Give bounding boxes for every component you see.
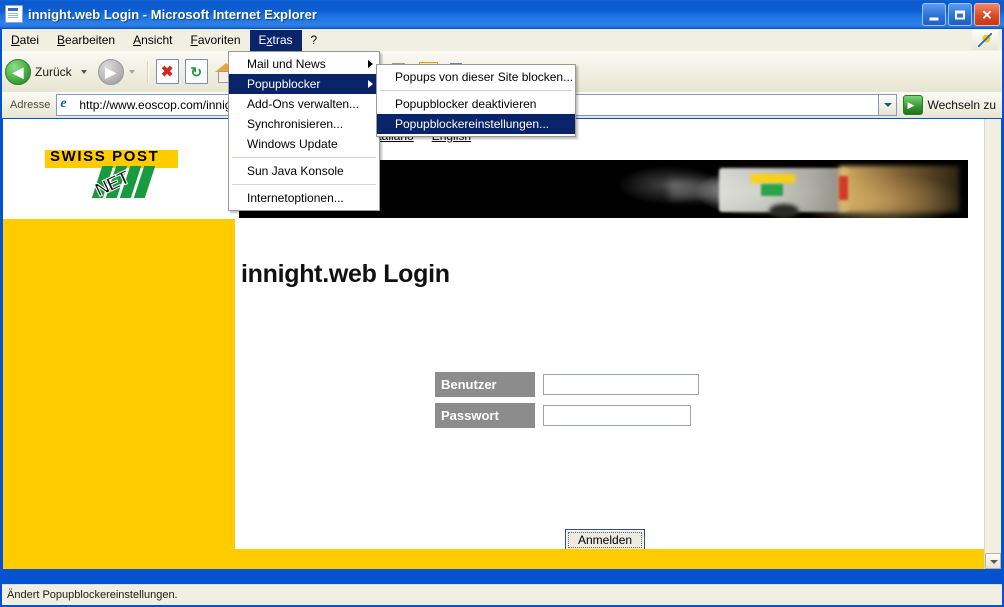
vertical-scrollbar[interactable] (984, 119, 1001, 569)
title-bar: innight.web Login - Microsoft Internet E… (0, 0, 1004, 28)
status-bar: Ändert Popupblockereinstellungen. (2, 584, 1002, 605)
scroll-down-arrow-icon[interactable] (985, 553, 1001, 569)
page-icon (5, 5, 23, 23)
main-content: innight.web Login Benutzer Passwort Anme… (235, 219, 1001, 551)
menu-item-label: Sun Java Konsole (247, 164, 344, 178)
go-button[interactable]: Wechseln zu (902, 95, 996, 115)
refresh-icon: ↻ (184, 59, 208, 84)
forward-icon: ▶ (97, 58, 124, 85)
menu-item-popupblocker-deaktivieren[interactable]: Popupblocker deaktivieren (377, 94, 575, 114)
menu-item-label: Windows Update (247, 137, 338, 151)
maximize-button[interactable] (948, 3, 972, 26)
menu-favoriten[interactable]: Favoriten (181, 30, 249, 51)
menu-item-label: Popupblocker deaktivieren (395, 97, 537, 111)
menu-separator (232, 157, 376, 158)
menu-item-label: Internetoptionen... (247, 191, 344, 205)
ie-page-icon (60, 96, 75, 113)
password-label: Passwort (435, 403, 535, 428)
menu-item-sun-java-konsole[interactable]: Sun Java Konsole (229, 161, 379, 181)
go-arrow-icon (902, 95, 923, 115)
menu-item-popupblocker-einstellungen[interactable]: Popupblockereinstellungen... (377, 114, 575, 134)
menu-item-popups-blocken[interactable]: Popups von dieser Site blocken... (377, 67, 575, 87)
menu-item-mail-und-news[interactable]: Mail und News (229, 54, 379, 74)
menu-item-internetoptionen[interactable]: Internetoptionen... (229, 188, 379, 208)
go-label: Wechseln zu (927, 98, 996, 112)
address-label: Adresse (10, 99, 51, 111)
back-dropdown-icon[interactable] (80, 69, 87, 74)
back-icon: ◀ (5, 58, 31, 85)
menu-bearbeiten[interactable]: Bearbeiten (48, 30, 124, 51)
toolbar-separator (146, 60, 149, 83)
menu-ansicht[interactable]: Ansicht (124, 30, 181, 51)
back-label: Zurück (35, 64, 72, 79)
chevron-right-icon (368, 80, 373, 88)
menu-item-label: Mail und News (247, 57, 326, 71)
yellow-sidebar (3, 219, 235, 549)
address-value: http://www.eoscop.com/innight (79, 98, 242, 112)
menu-separator (232, 184, 376, 185)
menu-extras[interactable]: Extras (249, 29, 302, 51)
window-title: innight.web Login - Microsoft Internet E… (28, 6, 317, 22)
menu-datei[interactable]: DDateiatei (2, 30, 48, 51)
stop-button[interactable]: ✖ (153, 55, 182, 89)
forward-dropdown-icon[interactable] (128, 69, 135, 74)
minimize-button[interactable] (922, 3, 946, 26)
menu-item-addons-verwalten[interactable]: Add-Ons verwalten... (229, 94, 379, 114)
swiss-post-logo: SWISS POST NET (37, 136, 187, 208)
popupblocker-submenu: Popups von dieser Site blocken... Popupb… (376, 64, 576, 137)
logo-wordmark: SWISS POST (50, 148, 160, 165)
status-text: Ändert Popupblockereinstellungen. (7, 589, 178, 601)
forward-button[interactable]: ▶ (95, 55, 143, 89)
refresh-button[interactable]: ↻ (182, 55, 211, 89)
username-row: Benutzer (435, 372, 699, 397)
submit-area: Anmelden (565, 529, 646, 551)
menu-item-label: Popupblocker (247, 77, 321, 91)
menu-item-label: Synchronisieren... (247, 117, 344, 131)
yellow-bottom-bar (3, 549, 1001, 569)
browser-window: innight.web Login - Microsoft Internet E… (0, 0, 1004, 607)
back-button[interactable]: ◀ Zurück (2, 55, 95, 89)
logo-area: SWISS POST NET (3, 119, 235, 219)
chevron-right-icon (368, 60, 373, 68)
password-row: Passwort (435, 403, 699, 428)
menu-help[interactable]: ? (302, 30, 327, 51)
window-controls: ✕ (922, 3, 1000, 26)
close-button[interactable]: ✕ (974, 3, 1000, 26)
menu-item-label: Popupblockereinstellungen... (395, 117, 550, 131)
menu-item-label: Popups von dieser Site blocken... (395, 70, 574, 84)
page-content: SWISS POST NET Italiano English acht. (3, 119, 1001, 569)
page-title: innight.web Login (241, 260, 450, 288)
stop-icon: ✖ (155, 59, 179, 84)
menu-item-label: Add-Ons verwalten... (247, 97, 360, 111)
login-form: Benutzer Passwort (435, 372, 699, 434)
username-input[interactable] (543, 374, 699, 395)
password-input[interactable] (543, 405, 691, 426)
menu-item-windows-update[interactable]: Windows Update (229, 134, 379, 154)
extras-menu: Mail und News Popupblocker Add-Ons verwa… (228, 51, 380, 211)
menu-separator (380, 90, 572, 91)
menu-item-popupblocker[interactable]: Popupblocker (229, 74, 379, 94)
menu-bar: DDateiatei Bearbeiten Ansicht Favoriten … (2, 29, 1002, 52)
ie-logo-icon (972, 30, 998, 50)
username-label: Benutzer (435, 372, 535, 397)
login-submit-button[interactable]: Anmelden (565, 529, 646, 551)
address-dropdown-icon[interactable] (878, 94, 897, 116)
menu-item-synchronisieren[interactable]: Synchronisieren... (229, 114, 379, 134)
